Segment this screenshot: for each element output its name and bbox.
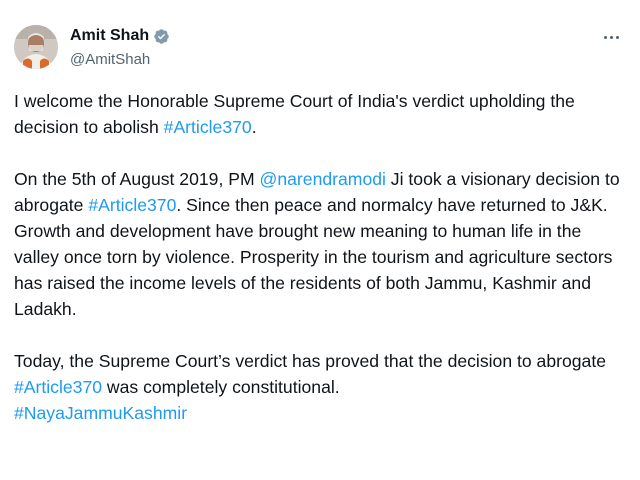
- text-segment: Today, the Supreme Court’s verdict has p…: [14, 351, 607, 371]
- avatar[interactable]: [14, 25, 58, 69]
- text-segment: I welcome the Honorable Supreme Court of…: [14, 91, 575, 137]
- more-dot: [609, 35, 613, 39]
- text-segment: On the 5th of August 2019, PM: [14, 169, 260, 189]
- avatar-image: [14, 25, 58, 69]
- hashtag-link[interactable]: #Article370: [14, 377, 102, 397]
- tweet-paragraph-1: I welcome the Honorable Supreme Court of…: [14, 88, 630, 140]
- text-segment: .: [251, 117, 257, 137]
- tweet-text: I welcome the Honorable Supreme Court of…: [14, 88, 630, 452]
- mention-link[interactable]: @narendramodi: [260, 169, 386, 189]
- hashtag-link[interactable]: #Article370: [164, 117, 252, 137]
- author-name-row: Amit Shah: [70, 27, 170, 45]
- verified-badge-icon: [154, 28, 169, 44]
- hashtag-link[interactable]: #NayaJammuKashmir: [14, 403, 187, 423]
- more-dot: [603, 35, 607, 39]
- more-dot: [615, 35, 619, 39]
- more-options-icon[interactable]: [598, 27, 624, 47]
- tweet-paragraph-3: Today, the Supreme Court’s verdict has p…: [14, 348, 630, 426]
- author-handle[interactable]: @AmitShah: [70, 51, 150, 68]
- text-segment: was completely constitutional.: [102, 377, 340, 397]
- hashtag-link[interactable]: #Article370: [88, 195, 176, 215]
- author-name[interactable]: Amit Shah: [70, 27, 149, 45]
- tweet-header: Amit Shah @AmitShah: [14, 25, 626, 75]
- tweet-paragraph-2: On the 5th of August 2019, PM @narendram…: [14, 166, 630, 322]
